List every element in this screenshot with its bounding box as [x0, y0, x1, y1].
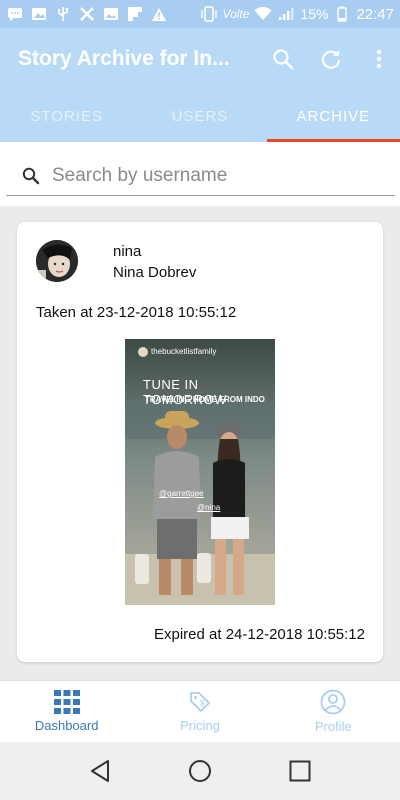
- home-button[interactable]: [185, 756, 215, 786]
- search-icon: [273, 49, 294, 70]
- tools-icon: [78, 6, 96, 22]
- tab-users[interactable]: USERS: [133, 90, 266, 142]
- usb-icon: [54, 6, 72, 22]
- app-title: Story Archive for In...: [18, 47, 230, 70]
- search-section: [0, 142, 400, 206]
- tab-bar: STORIES USERS ARCHIVE: [0, 90, 400, 142]
- home-circle-icon: [189, 760, 211, 782]
- story-tag-1: @garrettgee: [159, 489, 204, 498]
- story-username: nina: [113, 243, 142, 260]
- story-subline: TRAVELING HOME FROM INDO: [145, 395, 265, 404]
- signal-icon: [277, 6, 295, 22]
- clock: 22:47: [356, 5, 394, 23]
- battery-icon: [333, 6, 351, 22]
- warning-icon: [150, 6, 168, 22]
- bottom-navigation: Dashboard $ Pricing Profile: [0, 680, 400, 742]
- gallery-icon: [102, 6, 120, 22]
- svg-text:$: $: [200, 699, 205, 708]
- price-tag-icon: $: [190, 692, 210, 712]
- refresh-icon: [321, 50, 341, 69]
- nav-profile[interactable]: Profile: [267, 681, 400, 742]
- profile-icon: [320, 689, 346, 715]
- dashboard-grid-icon: [53, 690, 80, 714]
- image-icon: [30, 6, 48, 22]
- search-input[interactable]: [52, 164, 372, 187]
- story-full-name: Nina Dobrev: [113, 264, 197, 281]
- nav-pricing[interactable]: $ Pricing: [133, 681, 266, 742]
- system-navigation-bar: [0, 742, 400, 800]
- nav-dashboard[interactable]: Dashboard: [0, 681, 133, 742]
- recents-square-icon: [289, 760, 311, 782]
- app-bar: Story Archive for In...: [0, 28, 400, 90]
- back-triangle-icon: [91, 760, 109, 782]
- tab-archive[interactable]: ARCHIVE: [266, 90, 400, 142]
- overflow-menu-button[interactable]: [366, 46, 392, 72]
- recents-button[interactable]: [285, 756, 315, 786]
- network-type: Volte: [222, 7, 250, 21]
- story-image[interactable]: thebucketlistfamily TUNE IN TOMORROW TRA…: [125, 339, 275, 605]
- back-button[interactable]: [85, 756, 115, 786]
- message-icon: [6, 6, 24, 22]
- wifi-icon: [254, 6, 272, 22]
- avatar: [36, 240, 78, 282]
- battery-percent: 15%: [300, 6, 329, 22]
- story-card[interactable]: nina Nina Dobrev Taken at 23-12-2018 10:…: [17, 222, 383, 662]
- search-field: [6, 156, 395, 196]
- expired-at: Expired at 24-12-2018 10:55:12: [154, 626, 365, 643]
- status-bar: Volte 15% 22:47: [0, 0, 400, 28]
- flipboard-icon: [126, 6, 144, 22]
- taken-at: Taken at 23-12-2018 10:55:12: [36, 304, 237, 321]
- search-icon: [22, 167, 40, 184]
- search-button[interactable]: [270, 46, 296, 72]
- story-tag-2: @nina: [197, 503, 221, 512]
- story-account: thebucketlistfamily: [151, 347, 217, 356]
- more-vert-icon: [376, 49, 382, 69]
- refresh-button[interactable]: [318, 46, 344, 72]
- tab-stories[interactable]: STORIES: [0, 90, 133, 142]
- vibrate-icon: [200, 6, 218, 22]
